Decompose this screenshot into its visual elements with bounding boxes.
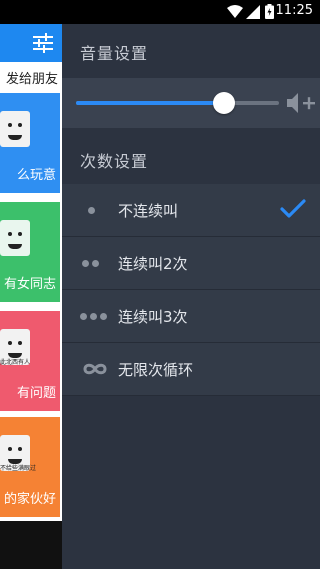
- meme-caption: 此北西有人: [0, 359, 31, 366]
- battery-charging-icon: [265, 4, 274, 19]
- option-repeat-twice[interactable]: 连续叫2次: [62, 237, 320, 290]
- meme-card-label: 有问题: [16, 386, 56, 401]
- count-section-header: 次数设置: [62, 132, 320, 186]
- two-dots-icon: [78, 252, 112, 274]
- meme-card-label: 么玩意: [16, 168, 56, 183]
- option-label: 不连续叫: [118, 202, 179, 220]
- volume-section-title: 音量设置: [80, 44, 149, 63]
- background-app-toolbar: [0, 24, 62, 62]
- wifi-icon: [227, 5, 243, 18]
- count-section-title: 次数设置: [80, 152, 149, 171]
- volume-up-icon[interactable]: [286, 92, 316, 114]
- meme-face-image: [0, 220, 30, 256]
- cellular-signal-icon: [246, 5, 260, 19]
- background-title: 发给朋友: [5, 72, 58, 87]
- infinity-icon: [83, 363, 107, 375]
- meme-card-label: 有女同志: [3, 277, 56, 292]
- settings-drawer: 音量设置 次数设置 不连续叫 连续叫2次 连续叫3次 无限次循环: [62, 24, 320, 569]
- option-no-repeat[interactable]: 不连续叫: [62, 184, 320, 237]
- meme-face-image: [0, 111, 30, 147]
- background-app: 发给朋友 么玩意 有女同志 此北西有人 有问题 不给些满眼过 的家伙好: [0, 24, 62, 569]
- option-infinite-loop[interactable]: 无限次循环: [62, 343, 320, 396]
- volume-section-header: 音量设置: [62, 24, 320, 78]
- count-options-list: 不连续叫 连续叫2次 连续叫3次 无限次循环: [62, 184, 320, 396]
- option-label: 无限次循环: [118, 361, 194, 379]
- three-dots-icon: [78, 305, 112, 327]
- volume-slider[interactable]: [76, 92, 279, 114]
- settings-sliders-icon[interactable]: [32, 32, 54, 54]
- meme-card[interactable]: 有女同志: [0, 202, 60, 302]
- meme-card[interactable]: 此北西有人 有问题: [0, 311, 60, 411]
- checkmark-icon: [280, 199, 306, 218]
- option-label: 连续叫2次: [118, 255, 188, 273]
- volume-row: [62, 78, 320, 128]
- meme-card-label: 的家伙好: [3, 492, 56, 507]
- option-label: 连续叫3次: [118, 308, 188, 326]
- one-dot-icon: [78, 199, 112, 221]
- meme-card[interactable]: 么玩意: [0, 93, 60, 193]
- status-bar: 11:25: [0, 0, 320, 24]
- clock: 11:25: [275, 3, 313, 18]
- volume-slider-thumb[interactable]: [213, 92, 236, 114]
- volume-slider-fill: [76, 101, 225, 105]
- background-footer: [0, 521, 62, 569]
- meme-card[interactable]: 不给些满眼过 的家伙好: [0, 417, 60, 517]
- meme-caption: 不给些满眼过: [0, 465, 37, 472]
- option-repeat-thrice[interactable]: 连续叫3次: [62, 290, 320, 343]
